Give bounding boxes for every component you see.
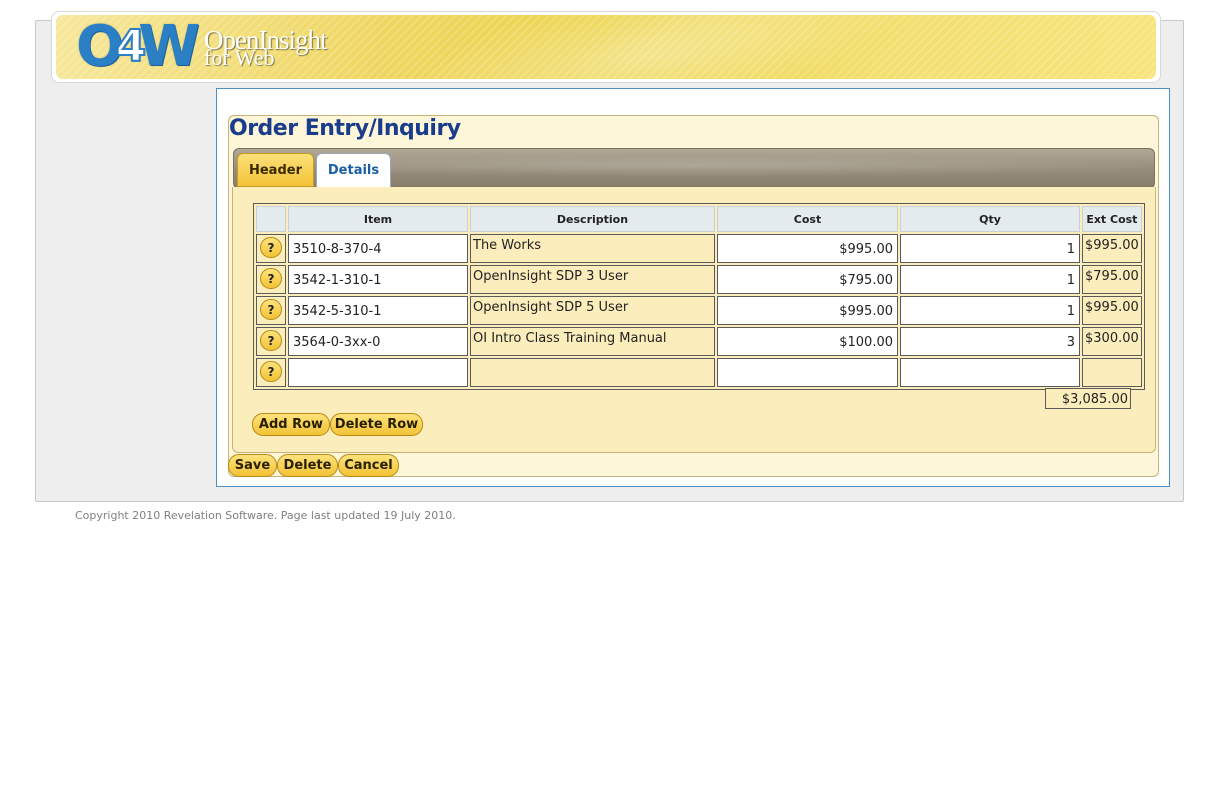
ext-cost-cell: $300.00 [1082,327,1142,356]
cost-field[interactable]: $995.00 [717,296,898,325]
cost-value: $995.00 [839,304,893,319]
column-header-qty: Qty [900,206,1080,232]
lookup-cell: ? [256,265,286,294]
cost-field[interactable]: $995.00 [717,234,898,263]
delete-button[interactable]: Delete [277,454,338,477]
order-lines-table: Item Description Cost Qty Ext Cost ? 351… [253,203,1145,390]
ext-cost-value: $300.00 [1085,331,1139,346]
item-value [289,359,467,386]
description-cell [470,358,715,387]
description-cell: OI Intro Class Training Manual [470,327,715,356]
banner-background: O4W OpenInsight for Web [56,15,1156,79]
lookup-button[interactable]: ? [260,268,282,289]
lookup-cell: ? [256,327,286,356]
delete-row-button[interactable]: Delete Row [330,413,423,436]
page-title: Order Entry/Inquiry [229,116,461,141]
item-field[interactable]: 3542-5-310-1 [288,296,468,325]
ext-cost-cell: $995.00 [1082,296,1142,325]
table-row: ? [256,358,1142,387]
ext-cost-cell [1082,358,1142,387]
table-row: ? 3542-1-310-1 OpenInsight SDP 3 User $7… [256,265,1142,294]
cost-value [718,359,897,386]
cost-field[interactable] [717,358,898,387]
description-value: The Works [473,238,542,253]
qty-value: 1 [1066,304,1075,319]
qty-field[interactable]: 1 [900,234,1080,263]
lookup-button[interactable]: ? [260,237,282,258]
cost-value: $795.00 [839,273,893,288]
ext-cost-value: $795.00 [1085,269,1139,284]
lookup-button[interactable]: ? [260,299,282,320]
description-value: OI Intro Class Training Manual [473,331,667,346]
description-cell: The Works [470,234,715,263]
ext-cost-value: $995.00 [1085,238,1139,253]
qty-field[interactable]: 1 [900,265,1080,294]
o4w-logo: O4W OpenInsight for Web [76,15,328,79]
logo-mark: O4W [76,15,200,79]
description-cell: OpenInsight SDP 5 User [470,296,715,325]
table-row: ? 3510-8-370-4 The Works $995.00 1 $995.… [256,234,1142,263]
table-row: ? 3564-0-3xx-0 OI Intro Class Training M… [256,327,1142,356]
column-header-ext-cost: Ext Cost [1082,206,1142,232]
item-field[interactable]: 3564-0-3xx-0 [288,327,468,356]
qty-field[interactable]: 3 [900,327,1080,356]
item-value: 3510-8-370-4 [293,242,382,257]
qty-value: 1 [1066,273,1075,288]
footer-copyright: Copyright 2010 Revelation Software. Page… [75,509,456,522]
header-banner: O4W OpenInsight for Web [51,11,1161,83]
cost-value: $100.00 [839,335,893,350]
tab-header[interactable]: Header [237,153,314,187]
ext-cost-value [1083,359,1141,360]
ext-cost-value: $995.00 [1085,300,1139,315]
lookup-button[interactable]: ? [260,330,282,351]
column-header-item: Item [288,206,468,232]
lookup-cell: ? [256,296,286,325]
lookup-cell: ? [256,234,286,263]
description-value: OpenInsight SDP 5 User [473,300,629,315]
item-value: 3564-0-3xx-0 [293,335,381,350]
save-button[interactable]: Save [228,454,277,477]
item-field[interactable]: 3510-8-370-4 [288,234,468,263]
tab-details[interactable]: Details [316,153,391,187]
qty-value [901,359,1079,386]
item-value: 3542-5-310-1 [293,304,382,319]
ext-cost-cell: $795.00 [1082,265,1142,294]
table-header-row: Item Description Cost Qty Ext Cost [256,206,1142,232]
qty-field[interactable] [900,358,1080,387]
cost-value: $995.00 [839,242,893,257]
lookup-cell: ? [256,358,286,387]
column-header-description: Description [470,206,715,232]
order-total: $3,085.00 [1045,388,1131,409]
cost-field[interactable]: $795.00 [717,265,898,294]
description-cell: OpenInsight SDP 3 User [470,265,715,294]
logo-text: OpenInsight for Web [204,27,327,69]
item-field[interactable] [288,358,468,387]
cost-field[interactable]: $100.00 [717,327,898,356]
qty-field[interactable]: 1 [900,296,1080,325]
description-value [471,359,714,360]
item-field[interactable]: 3542-1-310-1 [288,265,468,294]
description-value: OpenInsight SDP 3 User [473,269,629,284]
table-row: ? 3542-5-310-1 OpenInsight SDP 5 User $9… [256,296,1142,325]
qty-value: 1 [1066,242,1075,257]
ext-cost-cell: $995.00 [1082,234,1142,263]
lookup-button[interactable]: ? [260,361,282,382]
column-header-lookup [256,206,286,232]
item-value: 3542-1-310-1 [293,273,382,288]
qty-value: 3 [1066,335,1075,350]
add-row-button[interactable]: Add Row [252,413,330,436]
cancel-button[interactable]: Cancel [338,454,399,477]
column-header-cost: Cost [717,206,898,232]
